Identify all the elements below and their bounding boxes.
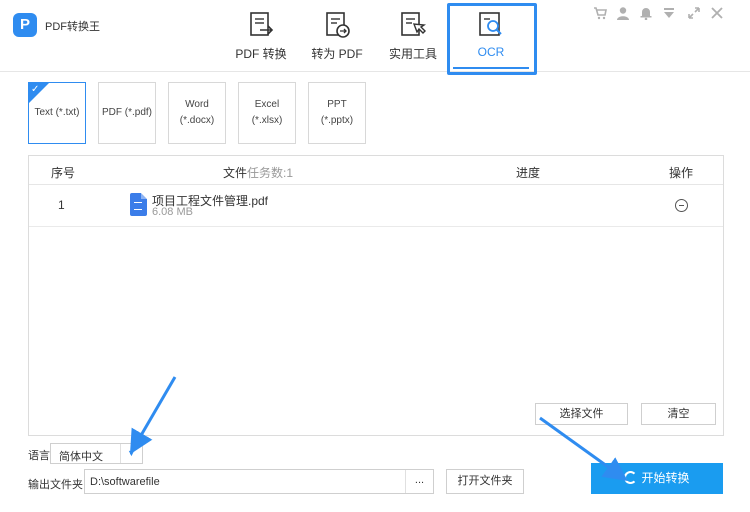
- restore-icon[interactable]: [687, 6, 701, 20]
- format-option-pdf[interactable]: PDF (*.pdf): [98, 82, 156, 144]
- tab-label: PDF 转换: [235, 47, 287, 61]
- table-header: 序号 文件 任务数:1 进度 操作: [29, 156, 723, 185]
- header-task-count: 任务数:1: [247, 166, 294, 180]
- language-select[interactable]: 简体中文 ▼: [50, 443, 143, 464]
- file-size: 6.08 MB: [152, 206, 193, 218]
- cart-icon[interactable]: [593, 6, 607, 20]
- start-convert-button[interactable]: 开始转换: [591, 463, 723, 494]
- tab-highlight-annotation: [447, 3, 537, 75]
- check-icon: ✓: [31, 84, 40, 95]
- close-icon[interactable]: [710, 6, 724, 20]
- title-bar: P PDF转换王 PDF 转换 转为 PDF 实用工具 OCR: [0, 0, 750, 75]
- output-path-value: D:\softwarefile: [90, 476, 160, 488]
- chevron-down-icon[interactable]: ▼: [120, 444, 142, 463]
- output-path-field[interactable]: D:\softwarefile ...: [84, 469, 434, 494]
- row-index: 1: [58, 198, 65, 212]
- output-folder-label: 输出文件夹:: [28, 479, 87, 491]
- user-icon[interactable]: [616, 6, 630, 20]
- header-progress: 进度: [516, 166, 541, 180]
- start-convert-label: 开始转换: [641, 471, 690, 485]
- tab-tools[interactable]: 实用工具: [372, 6, 454, 68]
- select-file-button[interactable]: 选择文件: [535, 403, 628, 425]
- pdf-convert-icon: [250, 12, 274, 36]
- format-label: Excel (*.xlsx): [251, 99, 283, 126]
- tab-to-pdf[interactable]: 转为 PDF: [296, 6, 378, 68]
- format-option-xlsx[interactable]: Excel (*.xlsx): [238, 82, 296, 144]
- bell-icon[interactable]: [639, 6, 653, 20]
- header-file: 文件: [223, 166, 248, 180]
- header-index: 序号: [51, 166, 76, 180]
- format-option-pptx[interactable]: PPT (*.pptx): [308, 82, 366, 144]
- to-pdf-icon: [326, 12, 350, 38]
- document-icon: [130, 193, 147, 216]
- browse-button[interactable]: ...: [405, 470, 433, 493]
- language-value: 简体中文: [59, 451, 103, 463]
- format-option-docx[interactable]: Word (*.docx): [168, 82, 226, 144]
- app-logo: P: [13, 13, 37, 37]
- dropdown-icon[interactable]: [662, 6, 676, 20]
- tab-label: 实用工具: [388, 47, 437, 61]
- tab-label: 转为 PDF: [311, 47, 363, 61]
- tab-pdf-convert[interactable]: PDF 转换: [220, 6, 302, 68]
- format-label: Word (*.docx): [179, 99, 215, 126]
- file-list-panel: 序号 文件 任务数:1 进度 操作 1 项目工程文件管理.pdf 6.08 MB…: [28, 155, 724, 436]
- app-name: PDF转换王: [45, 21, 100, 33]
- format-label: PDF (*.pdf): [102, 107, 153, 118]
- remove-icon[interactable]: [675, 199, 688, 212]
- open-folder-button[interactable]: 打开文件夹: [446, 469, 524, 494]
- tools-icon: [401, 12, 427, 36]
- header-action: 操作: [669, 166, 694, 180]
- table-row[interactable]: 1 项目工程文件管理.pdf 6.08 MB: [29, 185, 723, 227]
- clear-button[interactable]: 清空: [641, 403, 716, 425]
- format-label: PPT (*.pptx): [320, 99, 354, 126]
- format-option-txt[interactable]: ✓ Text (*.txt): [28, 82, 86, 144]
- format-label: Text (*.txt): [34, 107, 80, 118]
- refresh-icon: [624, 471, 638, 484]
